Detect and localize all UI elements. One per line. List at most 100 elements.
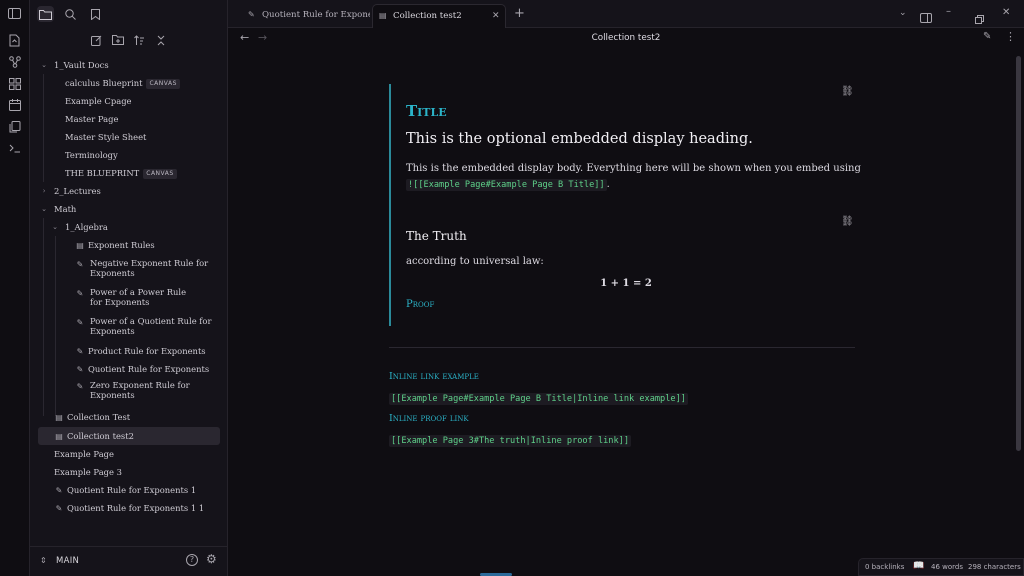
close-tab-icon[interactable]: ✕ xyxy=(492,5,500,27)
file-item[interactable]: ✎ Quotient Rule for Exponents xyxy=(38,360,224,378)
new-note-icon[interactable] xyxy=(88,32,105,48)
file-item[interactable]: Example Page 3 xyxy=(38,463,224,481)
file-item[interactable]: ▤ Exponent Rules xyxy=(38,236,224,254)
file-label: Quotient Rule for Exponents 1 xyxy=(67,485,197,495)
file-item-selected[interactable]: ▤ Collection test2 xyxy=(38,427,220,445)
copy-icon[interactable] xyxy=(7,119,22,134)
collapse-all-icon[interactable] xyxy=(152,32,169,48)
vault-switcher-bar: ⇕ MAIN ? ⚙ xyxy=(30,546,228,576)
file-item[interactable]: ✎ Product Rule for Exponents xyxy=(38,342,224,360)
inline-proof-code[interactable]: [[Example Page 3#The truth|Inline proof … xyxy=(389,435,631,447)
link-icon[interactable]: ⛓ xyxy=(841,86,854,97)
tab-bar: ✎ Quotient Rule for Expone... ▤ Collecti… xyxy=(228,0,1024,28)
chevron-updown-icon[interactable]: ⇕ xyxy=(40,556,47,565)
trailing-punctuation: . xyxy=(606,179,610,190)
file-label: Product Rule for Exponents xyxy=(88,346,206,356)
file-item[interactable]: calculus Blueprint CANVAS xyxy=(38,74,224,92)
collection-icon: ▤ xyxy=(55,413,63,422)
file-item[interactable]: ✎ Power of a Power Rule for Exponents xyxy=(38,285,224,311)
callout-body: according to universal law: xyxy=(406,256,544,267)
file-item[interactable]: Master Page xyxy=(38,110,224,128)
file-item[interactable]: Example Cpage xyxy=(38,92,224,110)
canvas-badge: CANVAS xyxy=(146,79,180,89)
close-window-icon[interactable]: ✕ xyxy=(1002,7,1010,18)
collection-icon: ▤ xyxy=(379,11,387,20)
callout-title: The Truth xyxy=(406,229,467,243)
file-label: Collection Test xyxy=(67,412,131,422)
proof-link[interactable]: Proof xyxy=(406,299,434,310)
view-title[interactable]: Collection test2 xyxy=(526,33,726,43)
pencil-icon: ✎ xyxy=(76,365,84,374)
search-icon[interactable] xyxy=(62,6,79,22)
pencil-icon: ✎ xyxy=(248,10,255,19)
callout-heading: This is the optional embedded display he… xyxy=(406,131,753,147)
forward-arrow-icon[interactable]: → xyxy=(258,31,267,44)
file-item[interactable]: THE BLUEPRINT CANVAS xyxy=(38,164,224,182)
file-item[interactable]: ✎ Zero Exponent Rule for Exponents xyxy=(38,378,224,404)
backlinks-count[interactable]: 0 backlinks xyxy=(865,563,904,571)
file-label: Exponent Rules xyxy=(88,240,155,250)
settings-gear-icon[interactable]: ⚙ xyxy=(206,552,217,566)
scrollbar[interactable] xyxy=(1016,56,1021,451)
new-note-icon[interactable] xyxy=(7,33,22,48)
status-bar: 0 backlinks 📖 46 words 298 characters xyxy=(858,558,1024,576)
edit-pencil-icon[interactable]: ✎ xyxy=(983,31,991,42)
restore-window-icon[interactable] xyxy=(975,9,984,28)
files-folder-icon[interactable] xyxy=(37,6,54,22)
inline-proof-heading: Inline proof link xyxy=(389,413,469,424)
folder-item[interactable]: › 2_Lectures xyxy=(38,182,224,200)
pencil-icon: ✎ xyxy=(55,504,63,513)
tab-collection-test2[interactable]: ▤ Collection test2 ✕ xyxy=(372,4,506,28)
embedded-callout-title: ⛓ Title This is the optional embedded di… xyxy=(389,84,861,224)
file-item[interactable]: ✎ Quotient Rule for Exponents 1 1 xyxy=(38,499,224,517)
new-folder-icon[interactable] xyxy=(109,32,126,48)
pencil-icon: ✎ xyxy=(76,347,84,356)
canvas-icon[interactable] xyxy=(7,76,22,91)
folder-item[interactable]: ⌄ 1_Vault Docs xyxy=(38,56,224,74)
more-options-icon[interactable]: ⋮ xyxy=(1005,30,1016,43)
link-icon[interactable]: ⛓ xyxy=(841,216,854,227)
inline-link-heading: Inline link example xyxy=(389,371,479,382)
inline-link-code-line: [[Example Page#Example Page B Title|Inli… xyxy=(389,386,688,405)
file-item[interactable]: Terminology xyxy=(38,146,224,164)
chevron-down-icon[interactable]: ⌄ xyxy=(899,8,907,18)
file-item[interactable]: Master Style Sheet xyxy=(38,128,224,146)
help-icon[interactable]: ? xyxy=(186,554,198,566)
file-label: Master Page xyxy=(65,114,119,124)
tab-quotient-rule[interactable]: ✎ Quotient Rule for Expone... xyxy=(242,4,370,28)
graph-icon[interactable] xyxy=(7,54,22,69)
file-label: Power of a Power Rule for Exponents xyxy=(90,287,187,307)
back-arrow-icon[interactable]: ← xyxy=(240,31,249,44)
file-item[interactable]: ✎ Negative Exponent Rule for Exponents xyxy=(38,256,224,282)
folder-item[interactable]: ⌄ Math xyxy=(38,200,224,218)
file-item[interactable]: ▤ Collection Test xyxy=(38,408,224,426)
file-item[interactable]: ✎ Quotient Rule for Exponents 1 xyxy=(38,481,224,499)
reading-view-icon[interactable]: 📖 xyxy=(913,561,924,571)
chevron-right-icon: › xyxy=(42,187,46,195)
collection-icon: ▤ xyxy=(76,241,84,250)
file-label: Collection test2 xyxy=(67,431,134,441)
file-label: Master Style Sheet xyxy=(65,132,147,142)
left-ribbon xyxy=(0,0,30,576)
minimize-icon[interactable]: – xyxy=(946,6,951,17)
right-sidebar-toggle-icon[interactable] xyxy=(920,8,932,27)
collection-icon: ▤ xyxy=(55,432,63,441)
folder-item[interactable]: ⌄ 1_Algebra xyxy=(38,218,224,236)
horizontal-rule xyxy=(389,347,855,348)
inline-code: ![[Example Page#Example Page B Title]] xyxy=(406,179,607,191)
file-item[interactable]: ✎ Power of a Quotient Rule for Exponents xyxy=(38,314,224,340)
vault-name[interactable]: MAIN xyxy=(56,556,79,566)
file-label: Example Page xyxy=(54,449,114,459)
new-tab-icon[interactable]: + xyxy=(514,6,525,21)
sidebar-toggle-icon[interactable] xyxy=(7,6,22,21)
file-item[interactable]: Example Page xyxy=(38,445,224,463)
terminal-icon[interactable] xyxy=(7,140,22,155)
chevron-down-icon: ⌄ xyxy=(41,61,47,69)
word-count: 46 words xyxy=(931,563,963,571)
bookmark-icon[interactable] xyxy=(87,6,104,22)
inline-link-code[interactable]: [[Example Page#Example Page B Title|Inli… xyxy=(389,393,688,405)
calendar-icon[interactable] xyxy=(7,97,22,112)
tab-label: Quotient Rule for Expone... xyxy=(262,10,370,20)
sort-icon[interactable] xyxy=(131,32,148,48)
callout-title: Title xyxy=(406,102,447,120)
